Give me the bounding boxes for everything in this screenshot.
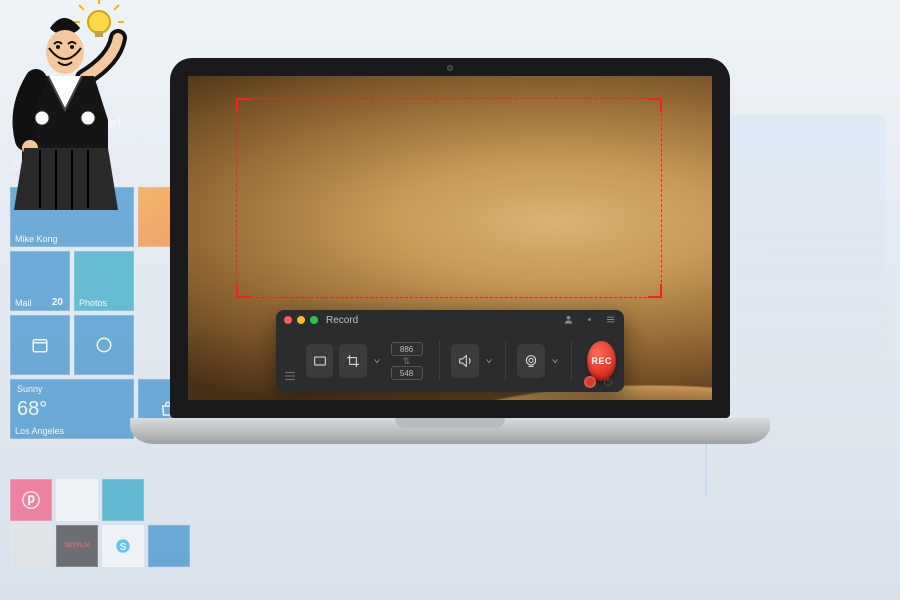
zoom-icon[interactable] xyxy=(310,316,318,324)
svg-text:S: S xyxy=(120,542,127,553)
capture-height-field[interactable]: 548 xyxy=(391,366,423,380)
laptop-bezel: Record xyxy=(170,58,730,418)
recorder-title: Record xyxy=(326,315,358,326)
tile-netflix: NETFLIX xyxy=(56,525,98,567)
capture-region-rectangle[interactable] xyxy=(236,98,662,298)
capture-handle-bottom-right[interactable] xyxy=(648,284,662,298)
gear-icon[interactable] xyxy=(584,314,595,328)
user-icon[interactable] xyxy=(563,314,574,328)
laptop-screen: Record xyxy=(188,76,712,400)
tile-app-teal xyxy=(102,479,144,521)
recorder-window[interactable]: Record xyxy=(276,310,624,392)
laptop-mockup: Record xyxy=(170,58,730,498)
fullscreen-button[interactable] xyxy=(306,344,333,378)
link-dimensions-icon[interactable]: ⇅ xyxy=(391,358,423,364)
tile-skype: S xyxy=(102,525,144,567)
separator xyxy=(571,341,572,381)
laptop-base xyxy=(130,418,770,444)
stop-indicator-icon[interactable] xyxy=(584,376,596,388)
tile-blue xyxy=(148,525,190,567)
capture-handle-top-left[interactable] xyxy=(236,98,250,112)
mascot-illustration xyxy=(6,0,171,215)
options-icon[interactable] xyxy=(284,368,296,386)
tile-calendar xyxy=(10,315,70,375)
minimize-icon[interactable] xyxy=(297,316,305,324)
separator xyxy=(505,341,506,381)
record-button[interactable]: REC xyxy=(587,341,616,381)
webcam-dot xyxy=(447,65,453,71)
recorder-titlebar-actions xyxy=(563,314,616,328)
tile-edge xyxy=(74,315,134,375)
webcam-dropdown[interactable] xyxy=(551,357,559,365)
recorder-mini-controls xyxy=(584,376,614,388)
capture-handle-bottom-left[interactable] xyxy=(236,284,250,298)
window-traffic-lights[interactable] xyxy=(284,316,318,324)
tile-photos: Photos xyxy=(74,251,134,311)
dimension-readout: 886 ⇅ 548 xyxy=(391,342,423,380)
record-label: REC xyxy=(591,356,612,366)
tile-app-grey xyxy=(10,525,52,567)
tile-weather: Sunny 68° Los Angeles xyxy=(10,379,134,439)
audio-button[interactable] xyxy=(451,344,478,378)
more-icon[interactable] xyxy=(605,314,616,328)
recorder-toolbar: 886 ⇅ 548 R xyxy=(276,330,624,392)
capture-width-field[interactable]: 886 xyxy=(391,342,423,356)
audio-dropdown[interactable] xyxy=(485,357,493,365)
close-icon[interactable] xyxy=(284,316,292,324)
recorder-titlebar[interactable]: Record xyxy=(276,310,624,330)
crop-region-button[interactable] xyxy=(339,344,366,378)
tile-app-pink: ⓟ xyxy=(10,479,52,521)
crop-dropdown[interactable] xyxy=(373,357,381,365)
webcam-button[interactable] xyxy=(517,344,544,378)
tile-mail: Mail 20 xyxy=(10,251,70,311)
timer-icon[interactable] xyxy=(602,376,614,388)
tile-app-white xyxy=(56,479,98,521)
separator xyxy=(439,341,440,381)
capture-handle-top-right[interactable] xyxy=(648,98,662,112)
